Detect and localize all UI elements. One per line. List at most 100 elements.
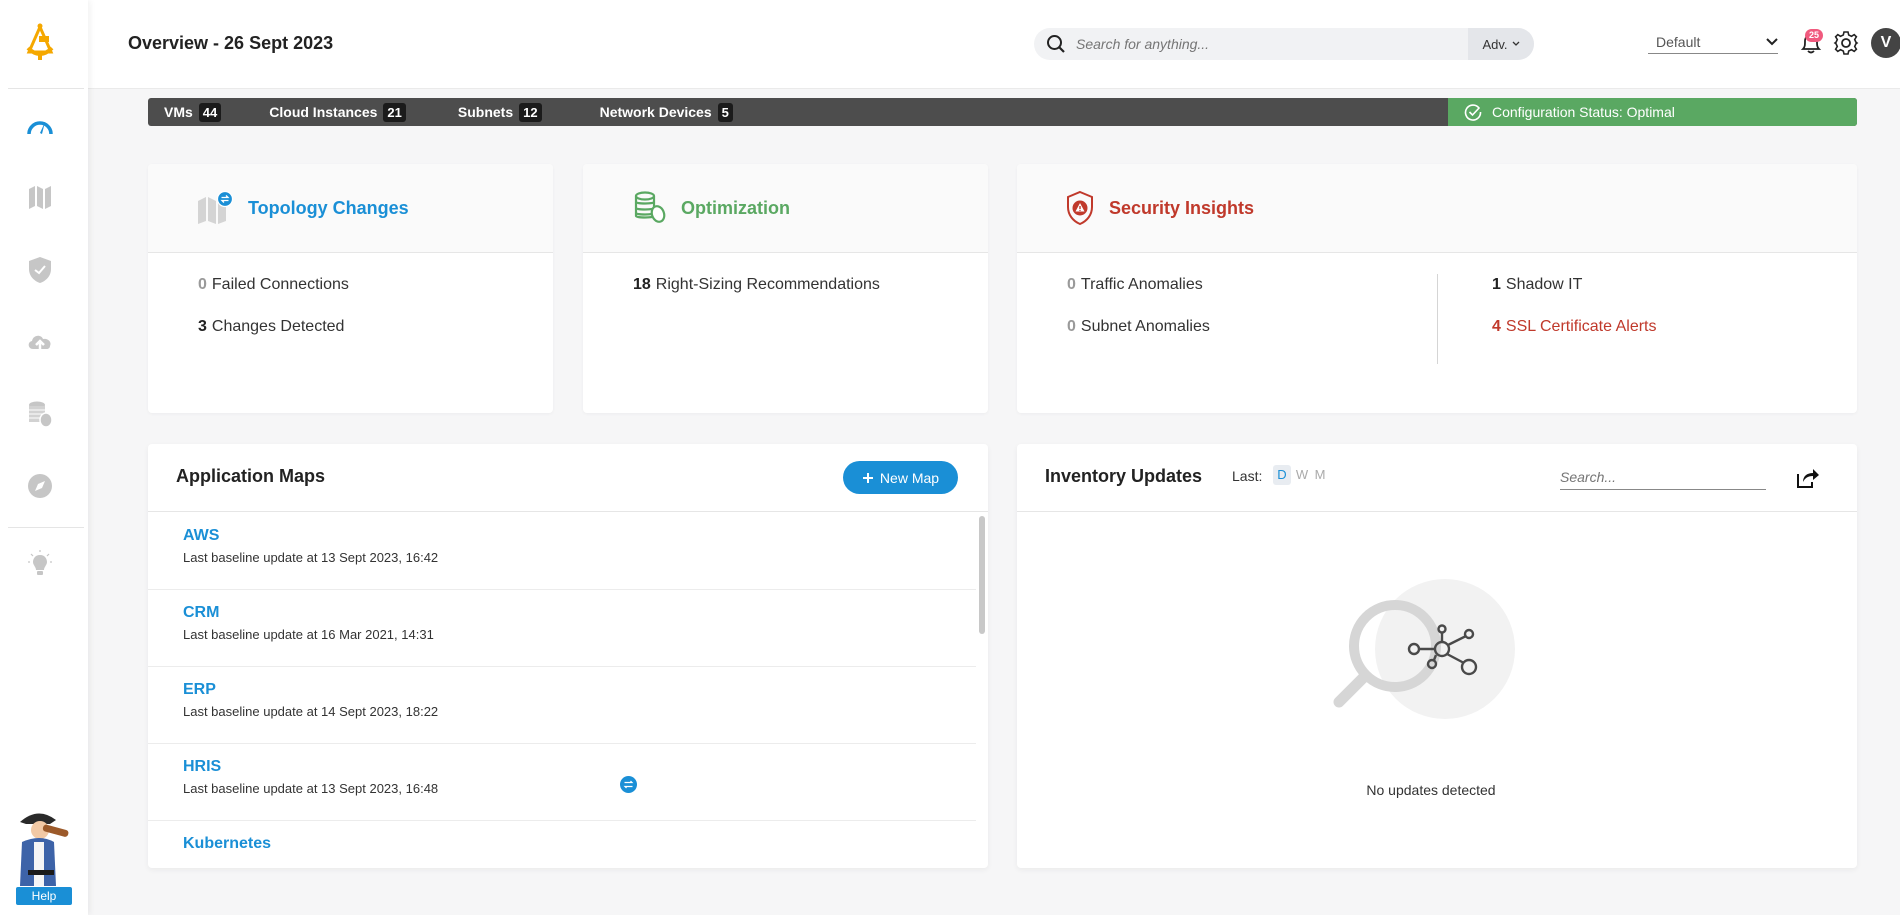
stat-label: VMs: [164, 104, 193, 120]
page-title: Overview - 26 Sept 2023: [128, 33, 334, 53]
inventory-updates-panel: Inventory Updates Last: D W M No updates…: [1017, 444, 1857, 868]
metrics-divider: [1437, 274, 1438, 364]
metric-traffic-anomalies[interactable]: 0 Traffic Anomalies: [1067, 276, 1203, 294]
metric-label: Traffic Anomalies: [1080, 276, 1203, 293]
chevron-down-icon: [1512, 41, 1519, 46]
map-list-item[interactable]: AWS Last baseline update at 13 Sept 2023…: [148, 513, 976, 590]
user-avatar[interactable]: V: [1871, 28, 1900, 58]
range-week-tab[interactable]: W: [1293, 465, 1311, 485]
map-list-item[interactable]: ERP Last baseline update at 14 Sept 2023…: [148, 667, 976, 744]
map-last-update: Last baseline update at 13 Sept 2023, 16…: [183, 781, 439, 796]
plus-icon: [862, 472, 873, 483]
app-logo[interactable]: [24, 22, 56, 62]
chevron-down-icon: [1766, 37, 1778, 45]
lightbulb-icon: [28, 550, 52, 575]
notification-count-badge: 25: [1805, 29, 1823, 42]
metric-failed-connections[interactable]: 0 Failed Connections: [198, 276, 349, 294]
gear-icon[interactable]: [1833, 30, 1859, 56]
sidebar-item-optimization[interactable]: [24, 398, 56, 430]
advanced-search-label: Adv.: [1482, 36, 1508, 52]
coins-icon: [634, 191, 666, 223]
stat-count: 44: [198, 102, 222, 122]
map-name[interactable]: AWS: [183, 527, 219, 545]
sidebar-divider: [8, 527, 84, 528]
map-list-item[interactable]: Kubernetes: [148, 821, 976, 868]
stat-label: Network Devices: [599, 104, 712, 120]
configuration-status[interactable]: Configuration Status: Optimal: [1448, 98, 1857, 126]
map-icon: [29, 186, 51, 209]
metric-right-sizing[interactable]: 18 Right-Sizing Recommendations: [633, 276, 880, 294]
sidebar-item-dashboard[interactable]: [24, 110, 56, 142]
sidebar-item-explore[interactable]: [24, 470, 56, 502]
export-share-icon[interactable]: [1794, 465, 1820, 491]
stat-subnets[interactable]: Subnets 12: [458, 102, 542, 122]
empty-state-message: No updates detected: [1366, 782, 1496, 798]
application-maps-panel: Application Maps New Map AWS Last baseli…: [148, 444, 988, 868]
help-button[interactable]: Help: [16, 887, 72, 905]
map-last-update: Last baseline update at 16 Mar 2021, 14:…: [183, 627, 434, 642]
stat-cloud-instances[interactable]: Cloud Instances 21: [269, 102, 406, 122]
card-header: Topology Changes: [148, 164, 553, 253]
inventory-stats-bar: VMs 44 Cloud Instances 21 Subnets 12 Net…: [148, 98, 1857, 126]
map-last-update: Last baseline update at 14 Sept 2023, 18…: [183, 704, 439, 719]
range-month-tab[interactable]: M: [1311, 465, 1329, 485]
map-list-scrollbar[interactable]: [979, 516, 985, 634]
metric-label: Subnet Anomalies: [1080, 318, 1210, 335]
stat-vms[interactable]: VMs 44: [164, 102, 222, 122]
compass-icon: [28, 474, 52, 498]
metric-value: 1: [1492, 276, 1501, 293]
map-name[interactable]: HRIS: [183, 758, 221, 776]
metric-value: 0: [198, 276, 207, 293]
sextant-logo-icon: [26, 23, 54, 60]
sidebar-item-maps[interactable]: [24, 181, 56, 213]
sidebar-item-security[interactable]: [24, 254, 56, 286]
metric-value: 18: [633, 276, 651, 293]
metric-value: 0: [1067, 318, 1076, 335]
metric-value: 4: [1492, 318, 1501, 335]
metric-ssl-alerts[interactable]: 4 SSL Certificate Alerts: [1492, 318, 1656, 336]
security-insights-card[interactable]: Security Insights 0 Traffic Anomalies 0 Su…: [1017, 164, 1857, 413]
panel-title: Application Maps: [176, 466, 326, 486]
map-list: AWS Last baseline update at 13 Sept 2023…: [148, 513, 976, 868]
changes-detected-badge[interactable]: [620, 776, 637, 793]
topology-map-icon: [198, 191, 234, 224]
map-name[interactable]: ERP: [183, 681, 216, 699]
sidebar-item-insights[interactable]: [24, 548, 56, 580]
metric-label: Failed Connections: [211, 276, 349, 293]
range-day-tab[interactable]: D: [1273, 465, 1291, 485]
inventory-search-input[interactable]: [1560, 464, 1766, 490]
metric-shadow-it[interactable]: 1 Shadow IT: [1492, 276, 1582, 294]
topology-changes-card[interactable]: Topology Changes 0 Failed Connections 3 Ch…: [148, 164, 553, 413]
profile-select-value: Default: [1656, 33, 1701, 50]
metric-label: Changes Detected: [211, 318, 345, 335]
metric-value: 0: [1067, 276, 1076, 293]
metric-subnet-anomalies[interactable]: 0 Subnet Anomalies: [1067, 318, 1210, 336]
global-search[interactable]: Adv.: [1034, 28, 1534, 60]
panel-header: Inventory Updates Last: D W M: [1017, 444, 1857, 512]
dashboard-gauge-icon: [27, 121, 53, 135]
map-name[interactable]: CRM: [183, 604, 219, 622]
no-results-illustration-icon: [1333, 579, 1515, 719]
metric-changes-detected[interactable]: 3 Changes Detected: [198, 318, 344, 336]
sidebar: Help: [0, 0, 88, 915]
map-last-update: Last baseline update at 13 Sept 2023, 16…: [183, 550, 439, 565]
stat-count: 5: [717, 102, 733, 122]
advanced-search-button[interactable]: Adv.: [1468, 28, 1534, 60]
sidebar-item-cloud[interactable]: [24, 326, 56, 358]
stat-label: Cloud Instances: [269, 104, 378, 120]
map-list-item[interactable]: CRM Last baseline update at 16 Mar 2021,…: [148, 590, 976, 667]
search-input[interactable]: [1076, 36, 1406, 52]
stat-count: 12: [519, 102, 542, 122]
new-map-button[interactable]: New Map: [843, 461, 958, 494]
card-header: Security Insights: [1017, 164, 1857, 253]
map-name[interactable]: Kubernetes: [183, 835, 271, 853]
stat-network-devices[interactable]: Network Devices 5: [599, 102, 733, 122]
metric-label: Right-Sizing Recommendations: [655, 276, 880, 293]
metric-value: 3: [198, 318, 207, 335]
optimization-card[interactable]: Optimization 18 Right-Sizing Recommendati…: [583, 164, 988, 413]
metric-label: SSL Certificate Alerts: [1505, 318, 1657, 335]
card-header: Optimization: [583, 164, 988, 253]
profile-select[interactable]: Default: [1648, 30, 1778, 54]
map-list-item[interactable]: HRIS Last baseline update at 13 Sept 202…: [148, 744, 976, 821]
card-title: Optimization: [681, 197, 790, 218]
